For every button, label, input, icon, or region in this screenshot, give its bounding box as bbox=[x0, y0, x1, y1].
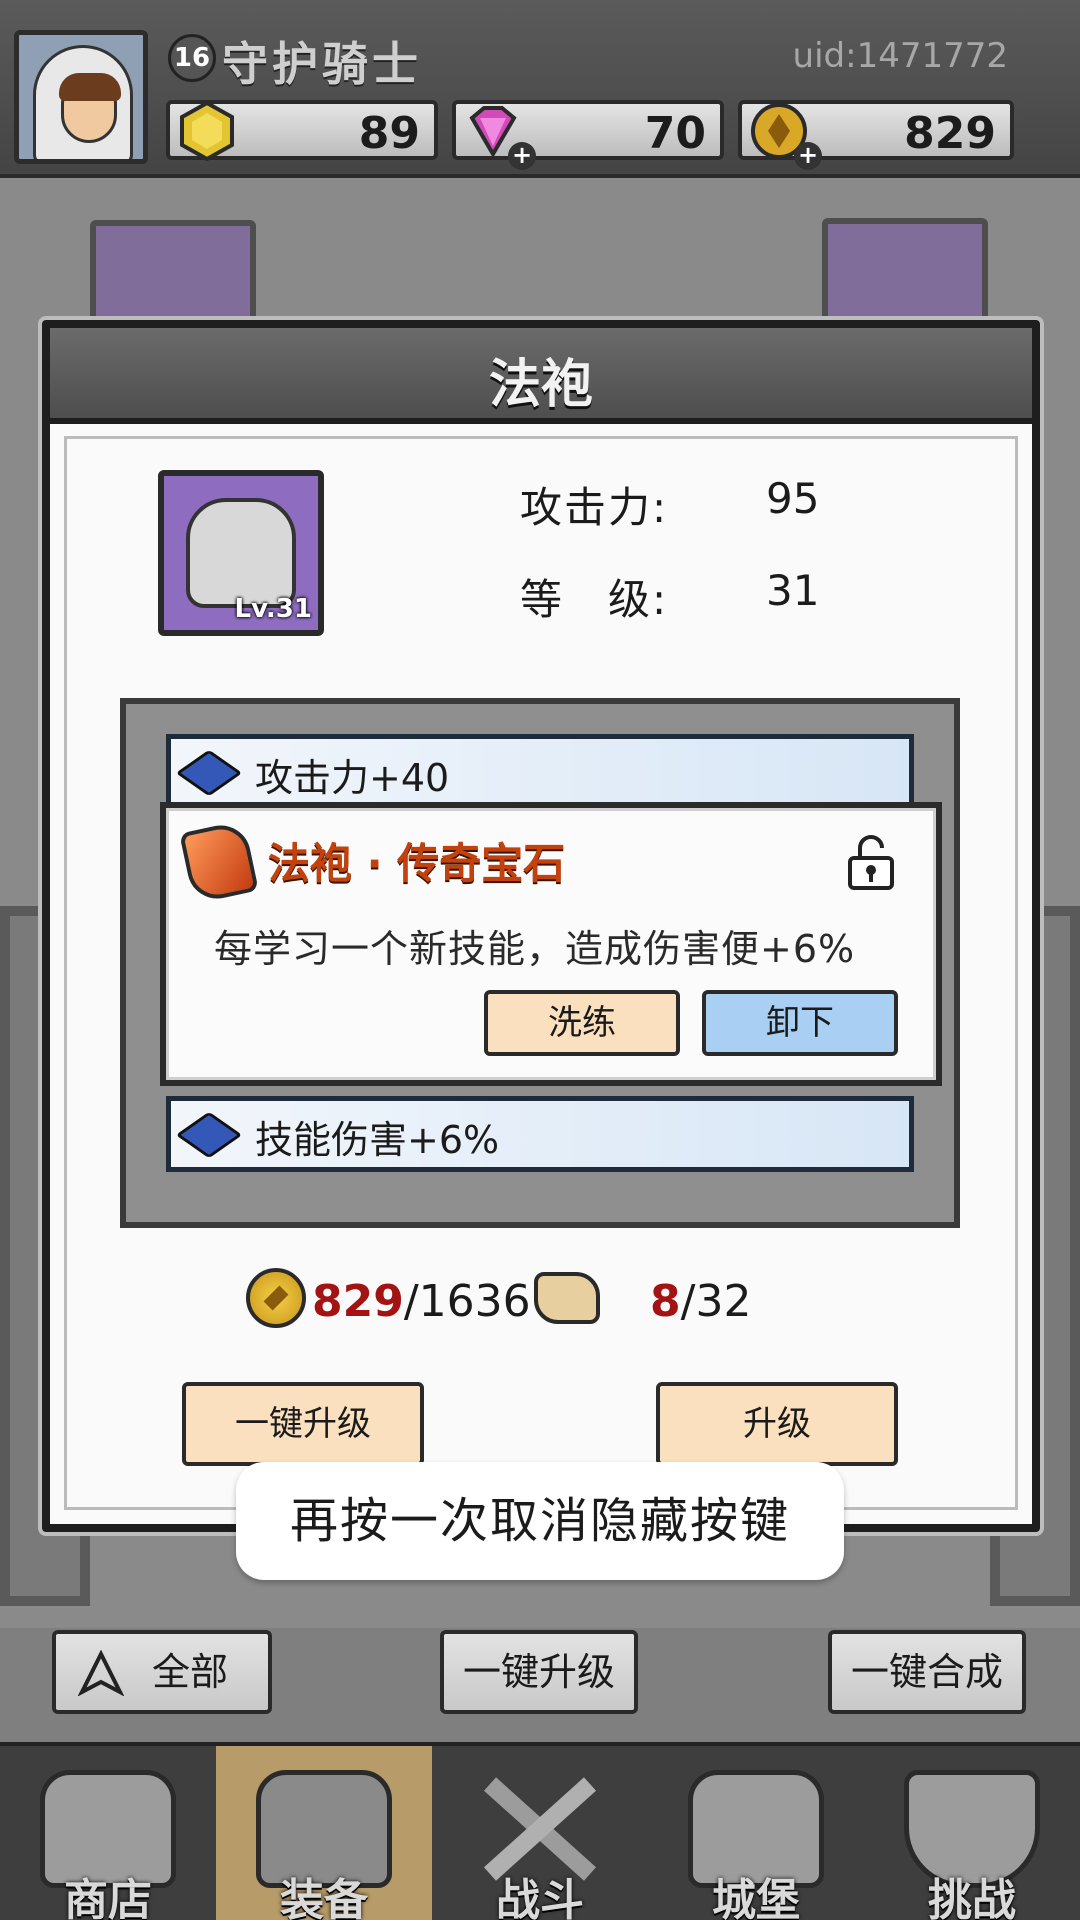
toast-message: 再按一次取消隐藏按键 bbox=[236, 1462, 844, 1580]
nav-battle-label: 战斗 bbox=[496, 1875, 584, 1920]
one-key-upgrade-item-button[interactable]: 一键升级 bbox=[182, 1382, 424, 1466]
diamond-resource[interactable]: + 70 bbox=[452, 100, 724, 170]
one-key-merge-button[interactable]: 一键合成 bbox=[828, 1630, 1026, 1714]
stat-level-label: 等 级: bbox=[520, 575, 669, 624]
legendary-gem-description: 每学习一个新技能，造成伤害便+6% bbox=[214, 927, 856, 971]
scroll-have: 8 bbox=[650, 1276, 681, 1327]
nav-shop-label: 商店 bbox=[64, 1875, 152, 1920]
nav-battle[interactable]: 战斗 bbox=[432, 1746, 648, 1920]
gem-slot-attack[interactable]: 攻击力+40 bbox=[166, 734, 914, 810]
player-name: 守护骑士 bbox=[222, 37, 422, 91]
gem-skill-text: 技能伤害+6% bbox=[255, 1118, 500, 1162]
nav-challenge-label: 挑战 bbox=[928, 1875, 1016, 1920]
filter-all-label: 全部 bbox=[152, 1650, 229, 1694]
bottom-nav: 商店 装备 战斗 城堡 挑战 bbox=[0, 1742, 1080, 1920]
unlock-icon[interactable] bbox=[846, 832, 896, 892]
gem-slot-skill-damage[interactable]: 技能伤害+6% bbox=[166, 1096, 914, 1172]
nav-shop[interactable]: 商店 bbox=[0, 1746, 216, 1920]
scroll-need: /32 bbox=[680, 1276, 752, 1327]
diamond-value: 70 bbox=[644, 108, 706, 159]
player-uid: uid:1471772 bbox=[792, 36, 1008, 76]
modal-title: 法袍 bbox=[488, 355, 593, 415]
avatar-hair bbox=[59, 73, 121, 101]
scroll-cost: 8/32 bbox=[650, 1276, 751, 1327]
coin-cost: 829/1636 bbox=[312, 1276, 531, 1327]
coin-resource[interactable]: + 829 bbox=[738, 100, 1014, 170]
modal-header: 法袍 bbox=[50, 328, 1032, 424]
hexagon-gem-icon bbox=[180, 100, 234, 162]
refine-button[interactable]: 洗练 bbox=[484, 990, 680, 1056]
legendary-gem-card: 法袍 · 传奇宝石 每学习一个新技能，造成伤害便+6% 洗练 卸下 bbox=[160, 802, 942, 1086]
add-diamond-button[interactable]: + bbox=[508, 142, 536, 170]
nav-castle[interactable]: 城堡 bbox=[648, 1746, 864, 1920]
robe-icon bbox=[186, 498, 296, 608]
stat-attack-label: 攻击力: bbox=[520, 483, 669, 532]
nav-castle-label: 城堡 bbox=[712, 1875, 800, 1920]
gold-coin-icon bbox=[246, 1268, 306, 1328]
stat-attack-value: 95 bbox=[766, 474, 820, 523]
blue-gem-icon bbox=[175, 749, 243, 797]
energy-value: 89 bbox=[358, 108, 420, 159]
upgrade-button[interactable]: 升级 bbox=[656, 1382, 898, 1466]
stat-level-value: 31 bbox=[766, 566, 820, 615]
add-coin-button[interactable]: + bbox=[794, 142, 822, 170]
nav-challenge[interactable]: 挑战 bbox=[864, 1746, 1080, 1920]
coin-value: 829 bbox=[904, 108, 996, 159]
orange-gem-icon bbox=[179, 819, 259, 905]
one-key-upgrade-button[interactable]: 一键升级 bbox=[440, 1630, 638, 1714]
coin-have: 829 bbox=[312, 1276, 404, 1327]
blue-gem-icon bbox=[175, 1111, 243, 1159]
nav-equipment[interactable]: 装备 bbox=[216, 1746, 432, 1920]
nav-equipment-label: 装备 bbox=[280, 1875, 368, 1920]
triangle-filter-icon bbox=[78, 1650, 124, 1696]
coin-need: /1636 bbox=[403, 1276, 531, 1327]
unequip-button[interactable]: 卸下 bbox=[702, 990, 898, 1056]
gem-attack-text: 攻击力+40 bbox=[255, 756, 450, 800]
legendary-gem-title: 法袍 · 传奇宝石 bbox=[268, 839, 566, 888]
player-level-badge: 16 bbox=[168, 34, 216, 82]
item-level-tag: Lv.31 bbox=[234, 594, 312, 624]
item-icon-robe[interactable]: Lv.31 bbox=[158, 470, 324, 636]
player-avatar[interactable] bbox=[14, 30, 148, 164]
item-detail-modal: 法袍 Lv.31 攻击力: 95 等 级: 31 攻击力+40 技能伤害+6% … bbox=[42, 320, 1040, 1532]
filter-all-button[interactable]: 全部 bbox=[52, 1630, 272, 1714]
scroll-icon bbox=[534, 1272, 600, 1324]
top-bar: 16 守护骑士 uid:1471772 89 + 70 + 829 bbox=[0, 0, 1080, 178]
energy-resource[interactable]: 89 bbox=[166, 100, 438, 162]
